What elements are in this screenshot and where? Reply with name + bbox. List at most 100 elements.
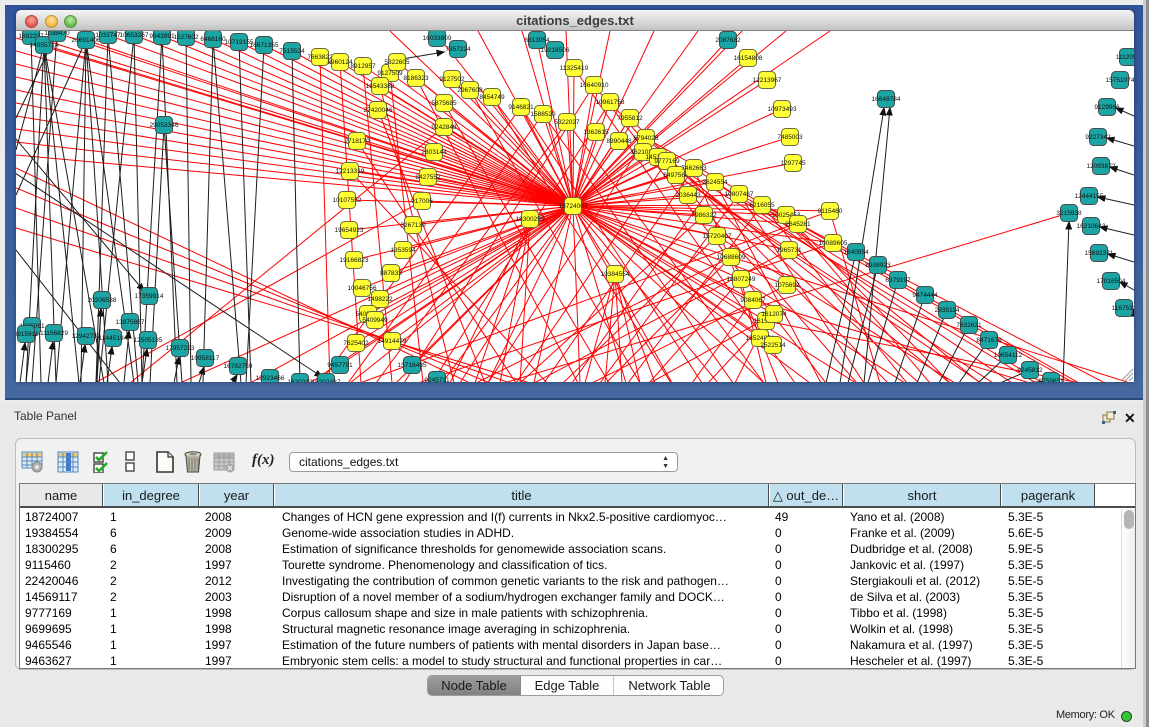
svg-text:2718170: 2718170 <box>344 138 370 145</box>
svg-text:12213319: 12213319 <box>336 168 365 175</box>
svg-text:7485003: 7485003 <box>777 134 803 141</box>
svg-text:12923466: 12923466 <box>256 375 285 382</box>
svg-text:10654112: 10654112 <box>994 352 1023 359</box>
svg-text:7955812: 7955812 <box>617 115 643 122</box>
svg-text:1353594: 1353594 <box>390 247 416 254</box>
svg-text:8960124: 8960124 <box>327 59 353 66</box>
svg-text:29053346: 29053346 <box>150 122 179 129</box>
svg-text:3915911: 3915911 <box>16 331 39 338</box>
svg-text:2935114: 2935114 <box>935 307 960 314</box>
svg-text:10973493: 10973493 <box>768 106 797 113</box>
svg-text:1362615: 1362615 <box>583 129 609 136</box>
svg-text:11156829: 11156829 <box>40 330 68 337</box>
svg-text:1640954: 1640954 <box>843 249 869 256</box>
svg-text:1612074: 1612074 <box>761 311 787 318</box>
svg-text:887833: 887833 <box>380 270 402 277</box>
svg-text:11445194: 11445194 <box>99 335 128 342</box>
svg-text:9245812: 9245812 <box>1017 367 1043 374</box>
svg-text:14914479: 14914479 <box>378 338 407 345</box>
svg-text:5875685: 5875685 <box>431 100 457 107</box>
svg-text:19218506: 19218506 <box>541 47 570 54</box>
svg-text:10688609: 10688609 <box>717 254 746 261</box>
svg-text:16671355: 16671355 <box>250 42 279 49</box>
svg-text:9127502: 9127502 <box>439 76 465 83</box>
svg-text:5322037: 5322037 <box>554 119 580 126</box>
svg-text:9343991: 9343991 <box>149 33 175 40</box>
svg-text:1527602: 1527602 <box>173 34 199 41</box>
svg-text:12505135: 12505135 <box>134 337 163 344</box>
svg-text:16033809: 16033809 <box>423 35 452 42</box>
svg-text:8454749: 8454749 <box>479 94 505 101</box>
svg-text:3624554: 3624554 <box>702 179 728 186</box>
svg-text:12942737: 12942737 <box>72 333 101 340</box>
svg-text:2087682: 2087682 <box>715 37 741 44</box>
svg-text:8427552: 8427552 <box>415 174 441 181</box>
svg-text:2803144: 2803144 <box>421 149 447 156</box>
svg-text:14055714: 14055714 <box>30 42 59 49</box>
svg-text:10107552: 10107552 <box>333 197 362 204</box>
svg-text:18300295: 18300295 <box>516 216 545 223</box>
svg-text:20206538: 20206538 <box>88 297 117 304</box>
svg-text:7632621: 7632621 <box>956 322 982 329</box>
svg-text:2036443: 2036443 <box>675 192 701 199</box>
svg-text:12213967: 12213967 <box>753 77 782 84</box>
svg-text:1038470: 1038470 <box>44 31 70 37</box>
svg-text:7986322: 7986322 <box>691 212 717 219</box>
svg-text:11325419: 11325419 <box>560 65 589 72</box>
svg-text:10046756: 10046756 <box>348 285 377 292</box>
svg-text:1032747: 1032747 <box>95 32 121 39</box>
svg-text:5409949: 5409949 <box>362 317 388 324</box>
svg-text:8759651: 8759651 <box>1038 378 1064 382</box>
svg-text:9146821: 9146821 <box>508 104 534 111</box>
svg-text:18807249: 18807249 <box>727 276 756 283</box>
svg-text:9242848: 9242848 <box>431 124 457 131</box>
svg-text:8186323: 8186323 <box>403 75 429 82</box>
svg-text:1075692: 1075692 <box>774 282 800 289</box>
svg-text:16202437: 16202437 <box>312 379 341 382</box>
svg-text:15716485: 15716485 <box>398 362 427 369</box>
svg-text:2645281: 2645281 <box>785 221 811 228</box>
svg-text:9227342: 9227342 <box>1085 134 1111 141</box>
svg-text:10961758: 10961758 <box>596 99 625 106</box>
svg-text:10653267: 10653267 <box>120 32 149 39</box>
svg-text:19654923: 19654923 <box>335 227 364 234</box>
svg-text:9115460: 9115460 <box>818 208 843 215</box>
svg-text:16648784: 16648784 <box>872 96 901 103</box>
svg-text:9474444: 9474444 <box>912 292 938 299</box>
svg-text:6216055: 6216055 <box>749 202 775 209</box>
svg-text:16640910: 16640910 <box>580 82 609 89</box>
svg-text:5322605: 5322605 <box>384 59 410 66</box>
svg-text:7462663: 7462663 <box>681 165 707 172</box>
svg-text:9127509: 9127509 <box>377 70 403 77</box>
svg-text:1498222: 1498222 <box>367 296 393 303</box>
svg-text:1965731: 1965731 <box>776 247 802 254</box>
svg-text:16210643: 16210643 <box>1077 223 1106 230</box>
svg-text:6794028: 6794028 <box>633 135 659 142</box>
svg-text:16782759: 16782759 <box>224 363 253 370</box>
svg-text:1112093: 1112093 <box>1116 54 1134 61</box>
svg-text:10958117: 10958117 <box>191 355 220 362</box>
svg-text:9129966: 9129966 <box>1094 104 1120 111</box>
svg-text:17016504: 17016504 <box>1097 278 1126 285</box>
svg-text:12444155: 12444155 <box>1075 193 1104 200</box>
svg-text:17359914: 17359914 <box>135 293 164 300</box>
svg-text:16543382: 16543382 <box>366 83 395 90</box>
svg-text:1620243: 1620243 <box>287 379 313 382</box>
svg-text:8912957: 8912957 <box>350 63 376 70</box>
svg-text:7357224: 7357224 <box>445 46 471 53</box>
svg-text:8938923: 8938923 <box>865 262 891 269</box>
svg-text:6379197: 6379197 <box>885 277 911 284</box>
svg-text:15692371: 15692371 <box>1085 250 1114 257</box>
svg-text:6466160: 6466160 <box>200 36 226 43</box>
svg-text:15720407: 15720407 <box>703 233 732 240</box>
svg-text:27420046: 27420046 <box>364 107 393 114</box>
svg-text:1297745: 1297745 <box>780 160 806 167</box>
svg-text:1588520: 1588520 <box>530 111 556 118</box>
svg-text:19166823: 19166823 <box>340 257 369 264</box>
svg-text:15751074: 15751074 <box>1106 77 1134 84</box>
svg-text:7625402: 7625402 <box>343 340 369 347</box>
svg-text:8813054: 8813054 <box>524 37 550 44</box>
svg-text:2522514: 2522514 <box>760 342 786 349</box>
svg-text:9777169: 9777169 <box>654 158 680 165</box>
svg-text:8471676: 8471676 <box>976 337 1002 344</box>
